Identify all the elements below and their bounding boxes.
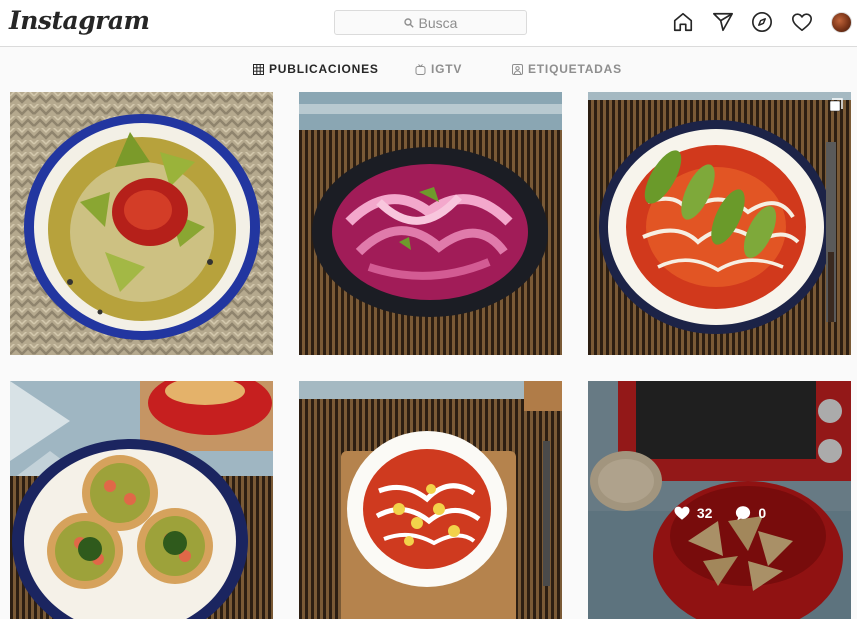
profile-tabs: PUBLICACIONES IGTV ETIQUETADAS [0,47,857,91]
heart-icon[interactable] [791,11,813,33]
comments-value: 0 [758,504,767,521]
igtv-icon [415,63,426,75]
post-image [588,92,851,355]
post-thumbnail[interactable] [299,92,562,355]
post-thumbnail[interactable] [299,381,562,619]
tagged-icon [512,63,523,75]
tab-label: ETIQUETADAS [528,62,622,76]
search-placeholder: Busca [418,14,458,31]
post-thumbnail[interactable] [10,381,273,619]
avatar[interactable] [831,12,852,33]
post-thumbnail[interactable]: 32 0 [588,381,851,619]
home-icon[interactable] [672,11,694,33]
tab-etiquetadas[interactable]: ETIQUETADAS [512,62,622,76]
direct-icon[interactable] [712,11,734,33]
instagram-logo[interactable]: Instagram [9,6,150,35]
post-image [299,92,562,355]
tab-igtv[interactable]: IGTV [415,62,462,76]
comments-count: 0 [734,504,766,522]
comment-filled-icon [736,505,751,520]
tab-publicaciones[interactable]: PUBLICACIONES [253,62,379,76]
grid-icon [253,63,264,75]
post-image [10,92,273,355]
tab-label: PUBLICACIONES [269,62,379,76]
top-navigation-bar: Instagram Busca [0,0,857,47]
search-icon [403,17,414,28]
post-image [10,381,273,619]
likes-count: 32 [673,504,713,522]
search-input[interactable]: Busca [334,10,527,35]
tab-label: IGTV [431,62,463,76]
likes-value: 32 [696,504,713,521]
post-thumbnail[interactable] [588,92,851,355]
post-thumbnail[interactable] [10,92,273,355]
heart-filled-icon [674,506,690,520]
post-image [299,381,562,619]
post-hover-overlay[interactable]: 32 0 [588,381,851,619]
multiple-photos-icon [829,98,843,112]
explore-icon[interactable] [751,11,773,33]
